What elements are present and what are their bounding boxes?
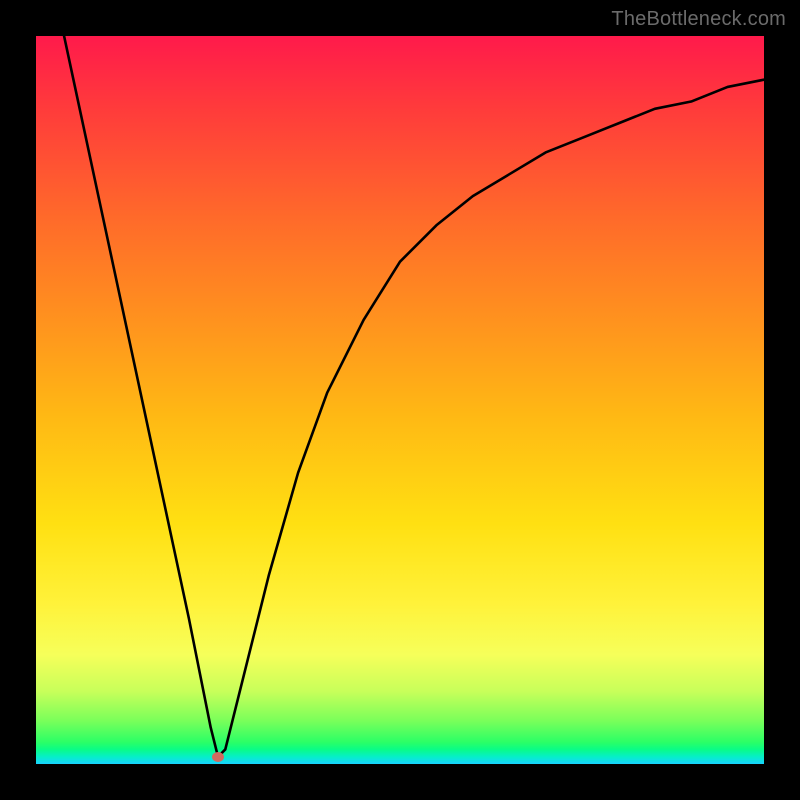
bottleneck-curve: [36, 36, 764, 764]
plot-area: [36, 36, 764, 764]
minimum-marker: [212, 752, 224, 762]
chart-frame: TheBottleneck.com: [0, 0, 800, 800]
watermark-text: TheBottleneck.com: [611, 8, 786, 31]
